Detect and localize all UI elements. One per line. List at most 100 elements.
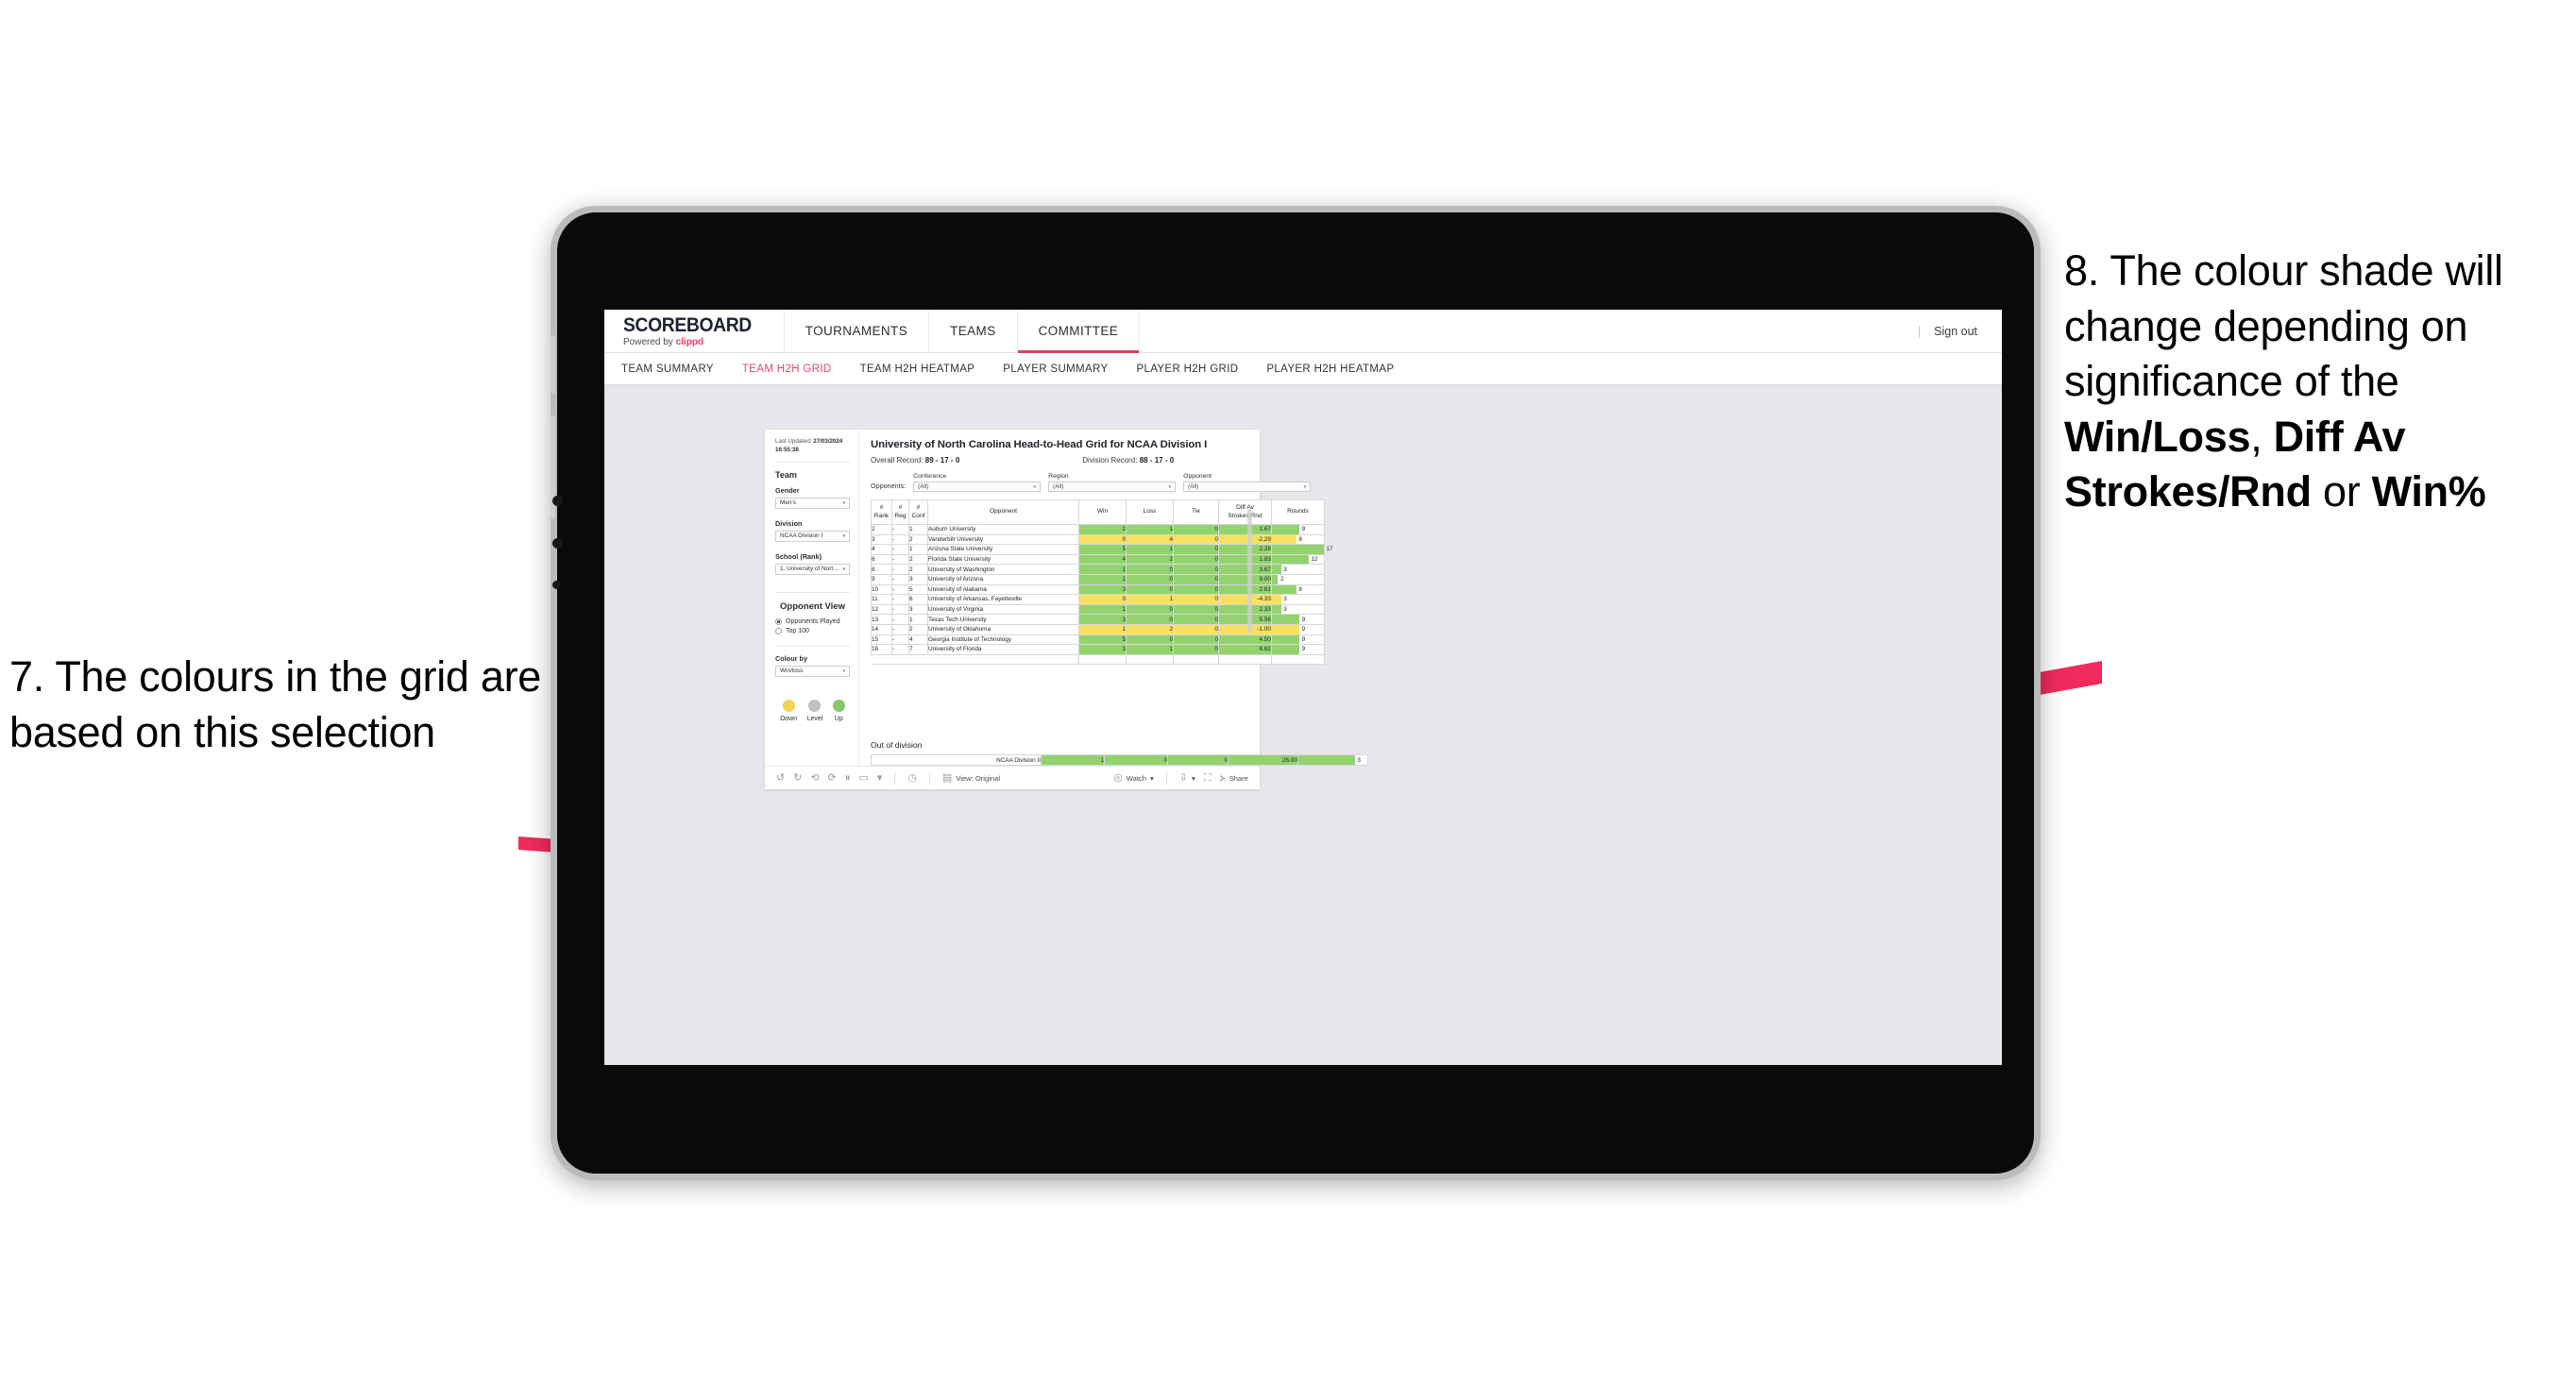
h2h-grid-wrapper: # Rank # Reg # Conf Opponent Win Loss Ti… bbox=[871, 499, 1333, 732]
revert-icon[interactable]: ⟲ bbox=[810, 772, 819, 784]
view-original-button[interactable]: ▤ View: Original bbox=[942, 772, 1000, 784]
rounds-value: 9 bbox=[1301, 635, 1306, 643]
table-row[interactable]: 2-1 Auburn University 2 1 0 1.67 9 bbox=[871, 524, 1325, 535]
logo-text: SCOREBOARD bbox=[623, 313, 752, 336]
cell-loss: 0 bbox=[1126, 634, 1174, 646]
subnav-player-h2h-grid[interactable]: PLAYER H2H GRID bbox=[1136, 363, 1238, 375]
subnav-team-h2h-grid[interactable]: TEAM H2H GRID bbox=[742, 363, 832, 375]
division-select[interactable]: NCAA Division I ▾ bbox=[775, 530, 850, 542]
nav-item-tournaments[interactable]: TOURNAMENTS bbox=[783, 310, 928, 352]
radio-top-100[interactable]: Top 100 bbox=[775, 627, 850, 634]
cell-tie: 0 bbox=[1173, 644, 1219, 655]
subnav-player-summary[interactable]: PLAYER SUMMARY bbox=[1003, 363, 1108, 375]
cell-win: 4 bbox=[1078, 553, 1127, 566]
ood-loss: 0 bbox=[1104, 754, 1168, 766]
watch-caret-icon: ▾ bbox=[1149, 773, 1154, 783]
rounds-value: 9 bbox=[1301, 626, 1306, 634]
refresh-icon[interactable]: ⟳ bbox=[828, 772, 837, 784]
nav-item-committee[interactable]: COMMITTEE bbox=[1016, 310, 1140, 353]
colour-by-value: Win/loss bbox=[780, 668, 804, 675]
division-label: Division bbox=[775, 518, 803, 528]
col-rounds[interactable]: Rounds bbox=[1271, 499, 1325, 525]
cell-rounds: 17 bbox=[1271, 544, 1333, 555]
table-row[interactable]: 8-2 University of Washington 1 0 0 3.67 3 bbox=[871, 564, 1325, 575]
col-diff[interactable]: Diff Av Strokes/Rnd bbox=[1218, 499, 1272, 525]
rounds-bar bbox=[1272, 525, 1300, 534]
powered-by-text: Powered by bbox=[623, 336, 676, 347]
pause-icon[interactable]: ⏸ bbox=[845, 772, 851, 784]
col-rank[interactable]: # Rank bbox=[871, 499, 892, 525]
col-conf[interactable]: # Conf bbox=[908, 499, 928, 525]
help-icon[interactable]: ◷ bbox=[907, 772, 917, 784]
rounds-bar bbox=[1272, 565, 1281, 574]
app-logo[interactable]: SCOREBOARD Powered by clippd bbox=[604, 310, 784, 352]
screenshot-root: 7. The colours in the grid are based on … bbox=[0, 0, 2576, 1386]
cell-win: 1 bbox=[1078, 623, 1127, 635]
sign-out-area[interactable]: | Sign out bbox=[1908, 310, 2002, 352]
legend-up: Up bbox=[832, 699, 845, 722]
cell-reg: - bbox=[891, 553, 909, 566]
cell-rounds: 8 bbox=[1271, 533, 1325, 546]
table-row[interactable]: 13-1 Texas Tech University 3 0 0 5.56 9 bbox=[871, 614, 1325, 625]
cell-conf: 5 bbox=[908, 583, 928, 596]
table-row[interactable]: 14-2 University of Oklahoma 1 2 0 -1.00 9 bbox=[871, 623, 1325, 635]
col-reg[interactable]: # Reg bbox=[891, 499, 909, 525]
rounds-value: 2 bbox=[1280, 576, 1284, 583]
col-loss[interactable]: Loss bbox=[1126, 499, 1174, 525]
vertical-scrollbar[interactable] bbox=[1247, 509, 1252, 634]
conference-select[interactable]: (All) ▾ bbox=[913, 482, 1042, 492]
legend-label-level: Level bbox=[806, 715, 823, 722]
school-select[interactable]: 1. University of Nort… ▾ bbox=[775, 563, 850, 575]
colour-by-select[interactable]: Win/loss ▾ bbox=[775, 665, 850, 677]
cell-conf: 3 bbox=[908, 603, 928, 616]
col-conf-l1: # bbox=[916, 504, 921, 512]
table-row[interactable]: 16-7 University of Florida 3 1 0 6.62 9 bbox=[871, 644, 1325, 655]
division-record: Division Record: 88 - 17 - 0 bbox=[1082, 456, 1174, 465]
cell-reg: - bbox=[891, 644, 909, 655]
colour-by-field: Colour by Win/loss ▾ bbox=[775, 654, 850, 677]
col-tie[interactable]: Tie bbox=[1173, 499, 1219, 525]
sign-out-link[interactable]: Sign out bbox=[1934, 325, 1977, 338]
rounds-value: 3 bbox=[1283, 606, 1287, 614]
radio-opponents-played[interactable]: Opponents Played bbox=[775, 617, 850, 625]
ood-diff: 26.00 bbox=[1228, 754, 1298, 766]
subnav-team-summary[interactable]: TEAM SUMMARY bbox=[621, 363, 714, 375]
fullscreen-icon[interactable]: ⛶ bbox=[1204, 772, 1212, 784]
shape-caret-icon[interactable]: ▾ bbox=[877, 772, 883, 784]
download-button[interactable]: ⇩ ▾ bbox=[1178, 771, 1195, 784]
nav-item-teams[interactable]: TEAMS bbox=[928, 310, 1017, 352]
opponent-select[interactable]: (All) ▾ bbox=[1183, 482, 1312, 492]
table-row[interactable]: 9-3 University of Arizona 1 0 0 9.00 2 bbox=[871, 573, 1325, 585]
rounds-bar bbox=[1272, 534, 1296, 545]
watch-button[interactable]: ◎ Watch ▾ bbox=[1113, 772, 1154, 784]
ood-rounds-bar bbox=[1298, 755, 1355, 765]
region-select[interactable]: (All) ▾ bbox=[1048, 482, 1177, 492]
subnav-team-h2h-heatmap[interactable]: TEAM H2H HEATMAP bbox=[860, 363, 975, 375]
shape-icon[interactable]: ▭ bbox=[858, 772, 868, 784]
download-icon: ⇩ bbox=[1178, 771, 1188, 784]
cell-win: 2 bbox=[1078, 524, 1127, 535]
table-row[interactable]: 12-3 University of Virginia 1 0 0 2.33 3 bbox=[871, 603, 1325, 616]
gender-select[interactable]: Men's ▾ bbox=[775, 497, 850, 509]
legend-level: Level bbox=[806, 699, 823, 722]
table-row[interactable]: 4-1 Arizona State University 5 1 0 2.28 17 bbox=[871, 544, 1333, 555]
cell-loss: 0 bbox=[1126, 564, 1174, 575]
table-row[interactable]: 11-6 University of Arkansas, Fayetteville… bbox=[871, 594, 1325, 605]
table-row[interactable]: 3-2 Vanderbilt University 0 4 0 -2.29 8 bbox=[871, 533, 1325, 546]
col-rank-l2: Rank bbox=[873, 512, 890, 519]
redo-icon[interactable]: ↻ bbox=[793, 772, 802, 784]
chevron-down-icon: ▾ bbox=[842, 532, 845, 539]
table-row[interactable]: 15-4 Georgia Institute of Technology 5 0 0 4.… bbox=[871, 634, 1325, 646]
radio-top-100-label: Top 100 bbox=[786, 627, 809, 634]
table-row[interactable]: 10-5 University of Alabama 3 0 0 2.61 8 bbox=[871, 583, 1325, 596]
subnav-player-h2h-heatmap[interactable]: PLAYER H2H HEATMAP bbox=[1266, 363, 1394, 375]
undo-icon[interactable]: ↺ bbox=[776, 772, 785, 784]
table-row[interactable]: 6-2 Florida State University 4 2 0 1.83 12 bbox=[871, 553, 1325, 566]
opponent-view-title: Opponent View bbox=[780, 600, 845, 612]
col-win[interactable]: Win bbox=[1078, 499, 1127, 525]
chevron-down-icon: ▾ bbox=[1033, 483, 1037, 490]
cell-reg: - bbox=[891, 533, 909, 546]
cell-conf: 6 bbox=[908, 594, 928, 605]
share-button[interactable]: ⦔ Share bbox=[1220, 772, 1248, 784]
col-opponent[interactable]: Opponent bbox=[927, 499, 1079, 525]
